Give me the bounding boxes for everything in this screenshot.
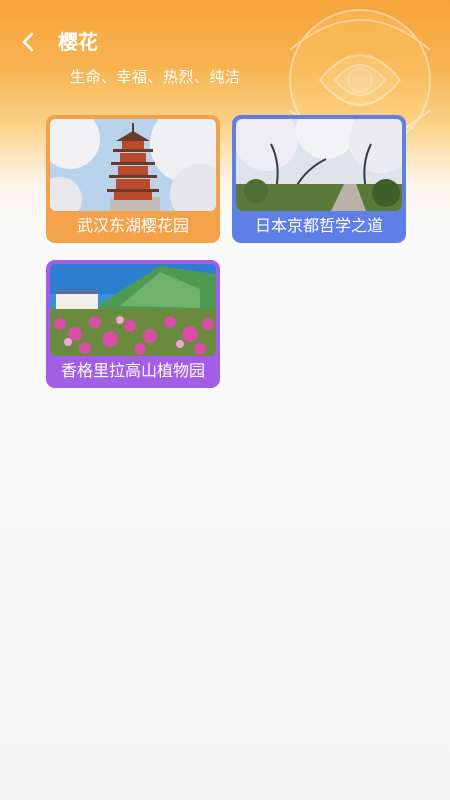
header: 樱花 生命、幸福、热烈、纯洁: [0, 0, 450, 100]
back-arrow-icon: [22, 32, 34, 52]
place-card-wuhan-east-lake[interactable]: 武汉东湖樱花园: [46, 115, 220, 243]
card-label: 香格里拉高山植物园: [60, 361, 205, 380]
place-card-shangrila-botanical-garden[interactable]: 香格里拉高山植物园: [46, 260, 220, 388]
pagoda-cherry-blossom-image: [50, 119, 216, 211]
card-label: 日本京都哲学之道: [254, 216, 383, 235]
card-label: 武汉东湖樱花园: [76, 216, 189, 235]
alpine-flower-garden-image: [50, 264, 216, 356]
cherry-blossom-path-image: [236, 119, 402, 211]
page-title: 樱花: [58, 30, 98, 54]
place-card-kyoto-philosophers-path[interactable]: 日本京都哲学之道: [232, 115, 406, 243]
back-button[interactable]: [14, 28, 42, 56]
page-subtitle: 生命、幸福、热烈、纯洁: [70, 68, 241, 86]
